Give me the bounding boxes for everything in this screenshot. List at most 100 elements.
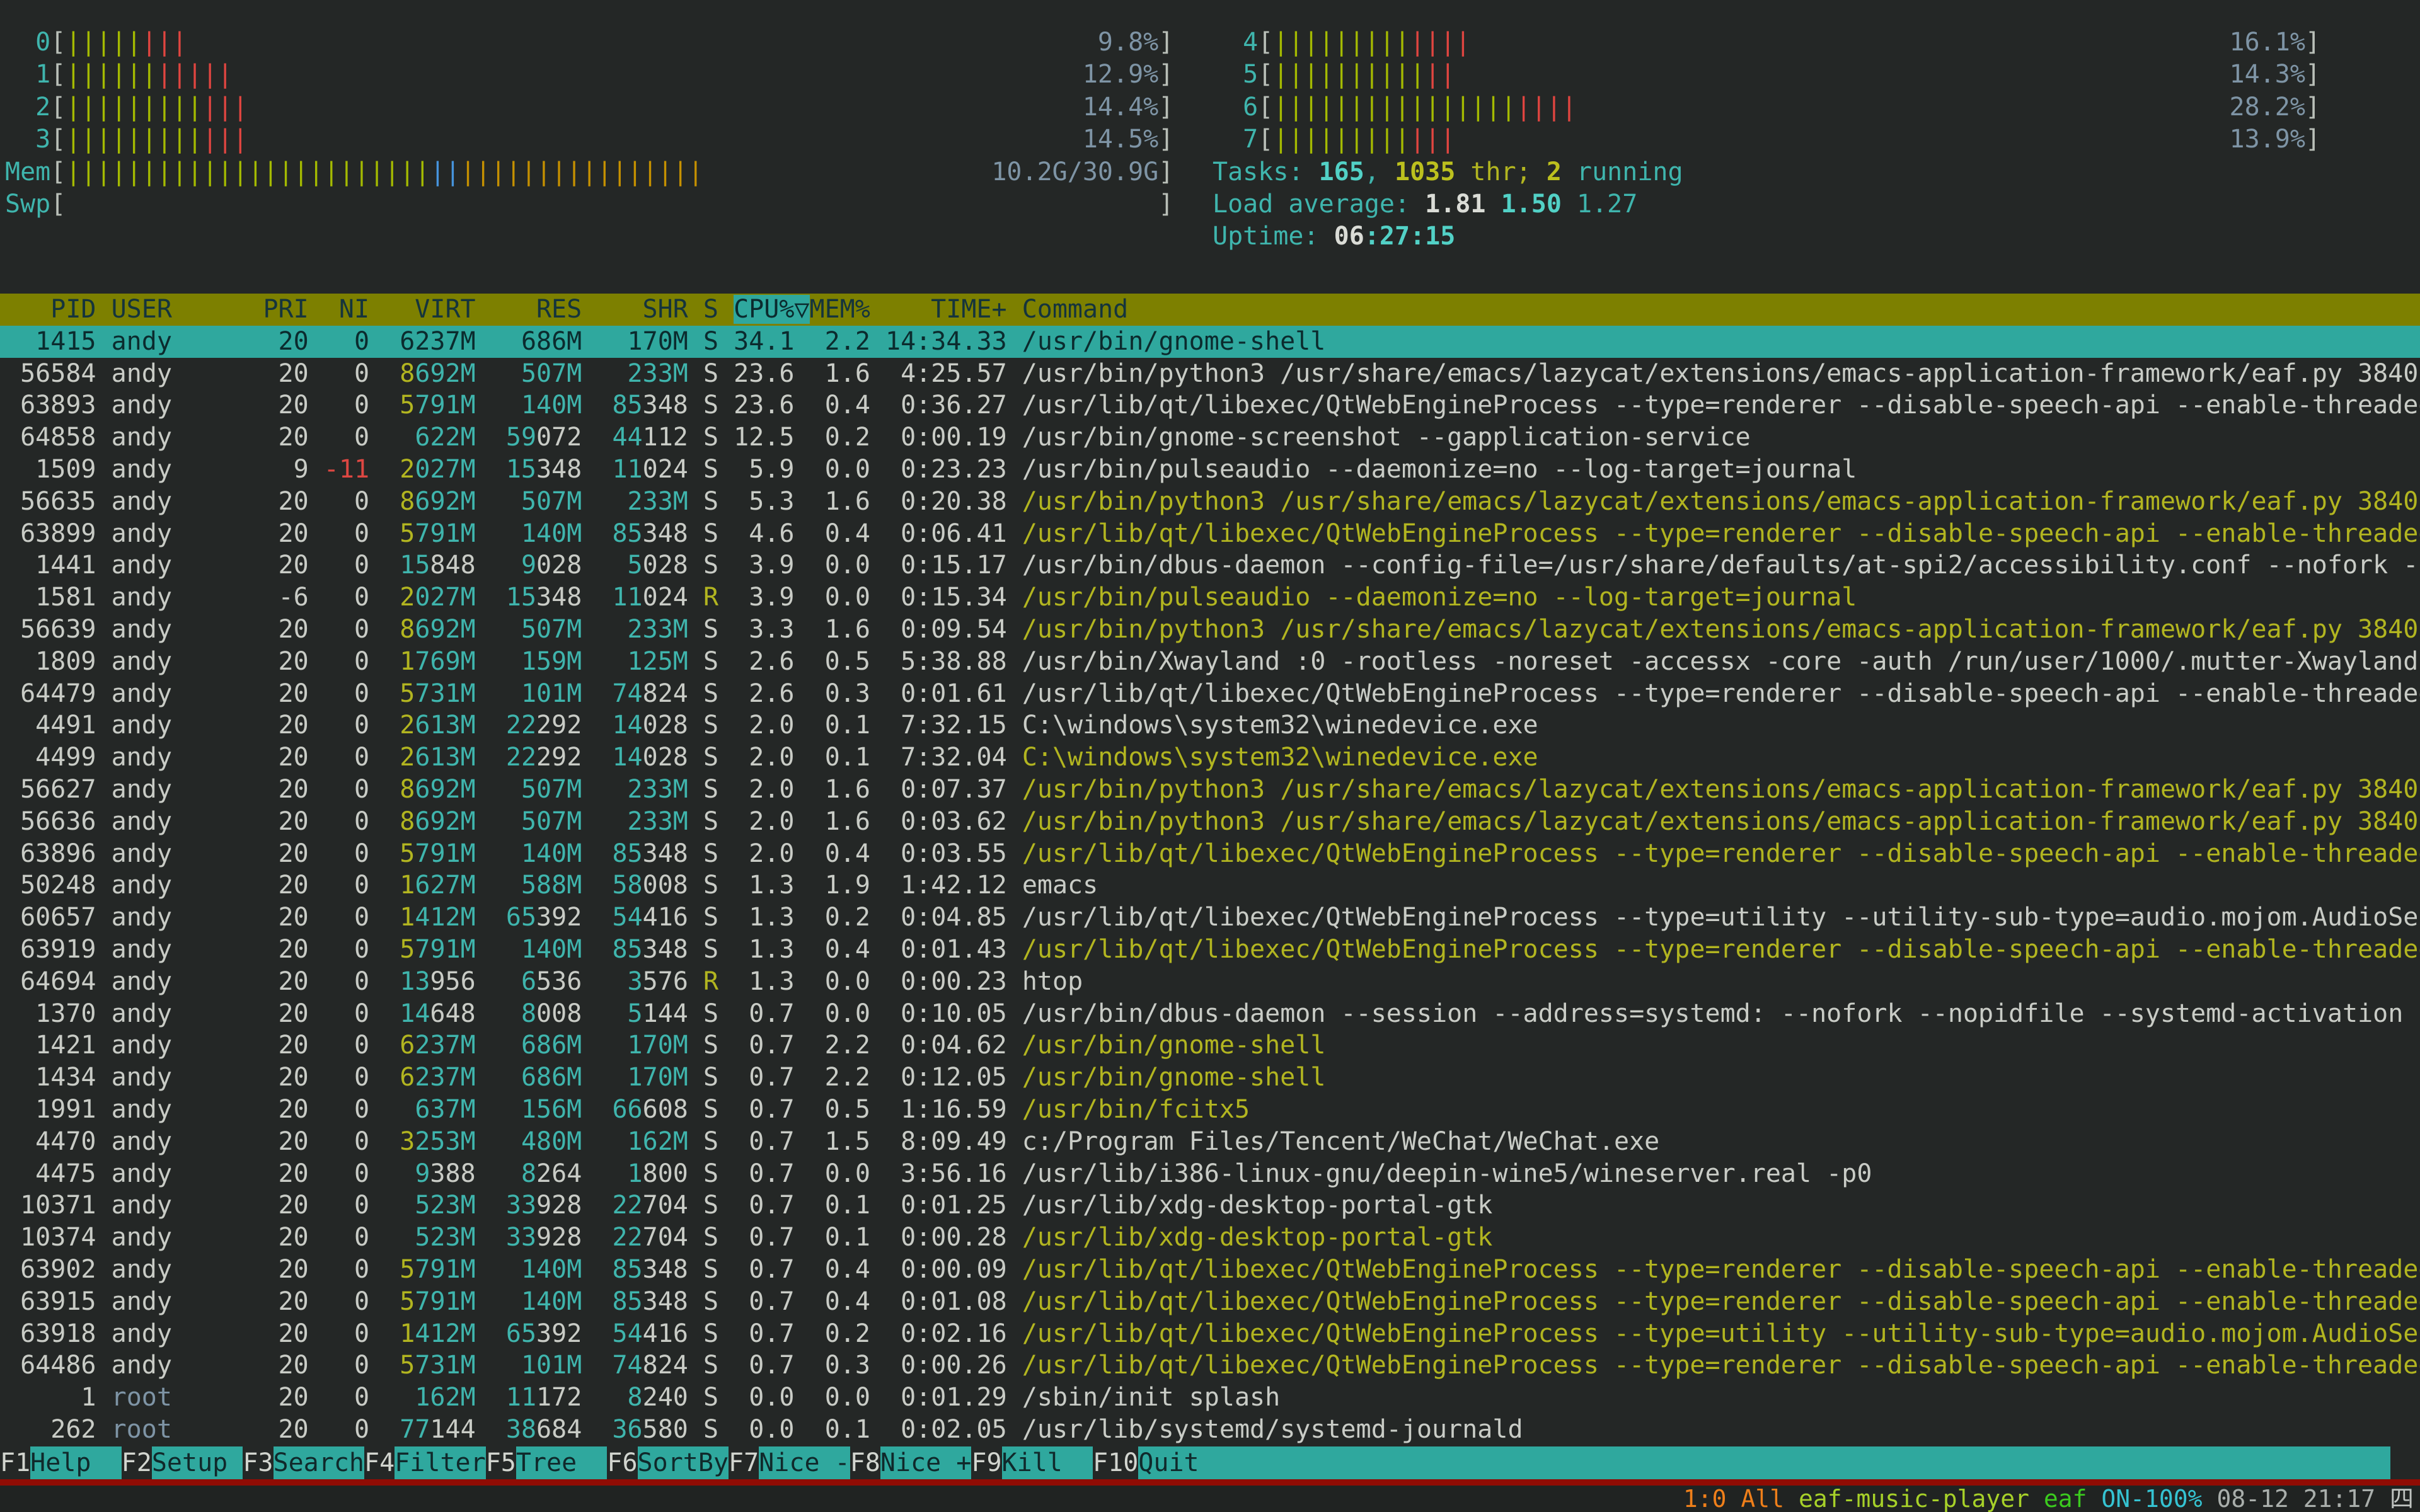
column-header-USER[interactable]: USER (112, 295, 248, 324)
process-command: /usr/bin/pulseaudio --daemonize=no --log… (1022, 455, 1857, 484)
column-header-TIME+[interactable]: TIME+ (885, 295, 1007, 324)
process-command: /usr/lib/qt/libexec/QtWebEngineProcess -… (1022, 935, 2420, 964)
fkey-f7-nice--[interactable]: F7Nice - (729, 1446, 850, 1479)
column-header-CPU[interactable]: CPU% (734, 295, 794, 324)
fkey-f4-filter[interactable]: F4Filter (364, 1446, 486, 1479)
process-command: C:\windows\system32\winedevice.exe (1022, 711, 1538, 740)
process-row-10371[interactable]: 10371 andy 20 0 523M 33928 22704 S 0.7 0… (0, 1189, 2420, 1222)
process-row-56639[interactable]: 56639 andy 20 0 8692M 507M 233M S 3.3 1.… (0, 614, 2420, 646)
process-row-1[interactable]: 1 root 20 0 162M 11172 8240 S 0.0 0.0 0:… (0, 1382, 2420, 1414)
meter-close-bracket: ] (1158, 60, 1173, 89)
process-row-1421[interactable]: 1421 andy 20 0 6237M 686M 170M S 0.7 2.2… (0, 1029, 2420, 1062)
cpu-meter-1-label: 1 (5, 60, 50, 89)
fkey-label: Help (30, 1446, 122, 1479)
process-command: /usr/lib/qt/libexec/QtWebEngineProcess -… (1022, 1351, 2420, 1380)
process-row-56627[interactable]: 56627 andy 20 0 8692M 507M 233M S 2.0 1.… (0, 774, 2420, 806)
meter-open-bracket: [ (1258, 60, 1273, 89)
meter-open-bracket: [ (50, 60, 66, 89)
meter-open-bracket: [ (50, 190, 66, 219)
meter-open-bracket: [ (1258, 28, 1273, 57)
process-row-1441[interactable]: 1441 andy 20 0 15848 9028 5028 S 3.9 0.0… (0, 549, 2420, 581)
process-command: /usr/bin/Xwayland :0 -rootless -noreset … (1022, 647, 2420, 676)
column-header-Command[interactable]: Command (1022, 295, 1129, 324)
process-row-60657[interactable]: 60657 andy 20 0 1412M 65392 54416 S 1.3 … (0, 902, 2420, 934)
fkey-f1-help[interactable]: F1Help (0, 1446, 122, 1479)
process-row-1415[interactable]: 1415 andy 20 0 6237M 686M 170M S 34.1 2.… (0, 326, 2420, 358)
fkey-f2-setup[interactable]: F2Setup (122, 1446, 243, 1479)
process-row-56584[interactable]: 56584 andy 20 0 8692M 507M 233M S 23.6 1… (0, 358, 2420, 390)
meter-value: 10.2G/30.9G (991, 156, 1158, 188)
process-command: /usr/lib/qt/libexec/QtWebEngineProcess -… (1022, 679, 2420, 708)
process-row-1991[interactable]: 1991 andy 20 0 637M 156M 66608 S 0.7 0.5… (0, 1094, 2420, 1126)
process-row-1370[interactable]: 1370 andy 20 0 14648 8008 5144 S 0.7 0.0… (0, 998, 2420, 1030)
process-command: /usr/bin/dbus-daemon --config-file=/usr/… (1022, 551, 2420, 580)
process-command: /usr/lib/qt/libexec/QtWebEngineProcess -… (1022, 903, 2420, 932)
uptime-line: Uptime: 06:27:15 (1213, 220, 2420, 253)
process-row-10374[interactable]: 10374 andy 20 0 523M 33928 22704 S 0.7 0… (0, 1222, 2420, 1254)
tasks-line: Tasks: 165, 1035 thr; 2 running (1213, 156, 2420, 188)
process-row-1809[interactable]: 1809 andy 20 0 1769M 159M 125M S 2.6 0.5… (0, 646, 2420, 678)
meter-close-bracket: ] (1158, 28, 1173, 57)
column-header-RES[interactable]: RES (491, 295, 582, 324)
column-header-NI[interactable]: NI (324, 295, 369, 324)
fkey-f6-sortby[interactable]: F6SortBy (607, 1446, 729, 1479)
process-row-4475[interactable]: 4475 andy 20 0 9388 8264 1800 S 0.7 0.0 … (0, 1158, 2420, 1190)
process-command: /usr/bin/python3 /usr/share/emacs/lazyca… (1022, 487, 2419, 516)
fkey-number: F2 (122, 1446, 152, 1479)
meter-open-bracket: [ (50, 93, 66, 122)
memory-meter: Mem[||||||||||||||||||||||||||||||||||||… (5, 156, 1213, 188)
process-row-56635[interactable]: 56635 andy 20 0 8692M 507M 233M S 5.3 1.… (0, 486, 2420, 518)
process-row-63902[interactable]: 63902 andy 20 0 5791M 140M 85348 S 0.7 0… (0, 1254, 2420, 1286)
fkey-number: F7 (729, 1446, 759, 1479)
fkey-f10-quit[interactable]: F10Quit (1093, 1446, 1199, 1479)
column-header-VIRT[interactable]: VIRT (384, 295, 476, 324)
fkey-f3-search[interactable]: F3Search (243, 1446, 364, 1479)
process-row-262[interactable]: 262 root 20 0 77144 38684 36580 S 0.0 0.… (0, 1414, 2420, 1446)
fkey-number: F5 (486, 1446, 516, 1479)
fkey-number: F6 (607, 1446, 637, 1479)
process-row-1581[interactable]: 1581 andy -6 0 2027M 15348 11024 R 3.9 0… (0, 581, 2420, 614)
fkey-label: SortBy (638, 1446, 729, 1479)
swap-meter-label: Swp (5, 190, 50, 219)
process-command: /usr/bin/python3 /usr/share/emacs/lazyca… (1022, 775, 2419, 804)
fkey-label: Nice + (880, 1446, 972, 1479)
fkey-f9-kill[interactable]: F9Kill (971, 1446, 1093, 1479)
column-header-MEM[interactable]: MEM% (810, 295, 870, 324)
process-row-64486[interactable]: 64486 andy 20 0 5731M 101M 74824 S 0.7 0… (0, 1349, 2420, 1382)
meter-close-bracket: ] (2305, 93, 2320, 122)
column-header-S[interactable]: S (703, 295, 718, 324)
process-row-63915[interactable]: 63915 andy 20 0 5791M 140M 85348 S 0.7 0… (0, 1286, 2420, 1318)
process-row-64479[interactable]: 64479 andy 20 0 5731M 101M 74824 S 2.6 0… (0, 678, 2420, 710)
process-row-64858[interactable]: 64858 andy 20 0 622M 59072 44112 S 12.5 … (0, 421, 2420, 454)
process-row-56636[interactable]: 56636 andy 20 0 8692M 507M 233M S 2.0 1.… (0, 806, 2420, 838)
process-command: /usr/bin/pulseaudio --daemonize=no --log… (1022, 583, 1857, 612)
process-row-63896[interactable]: 63896 andy 20 0 5791M 140M 85348 S 2.0 0… (0, 838, 2420, 870)
meter-value: 14.3% (2230, 59, 2305, 91)
process-row-1509[interactable]: 1509 andy 9 -11 2027M 15348 11024 S 5.9 … (0, 454, 2420, 486)
meters-right-column: 4[|||||||||||||16.1%] 5[||||||||||||14.3… (1213, 26, 2420, 253)
htop-terminal-screen: 0[||||||||9.8%] 1[|||||||||||12.9%] 2[||… (0, 0, 2420, 1512)
fkey-f5-tree[interactable]: F5Tree (486, 1446, 608, 1479)
process-command: /usr/lib/qt/libexec/QtWebEngineProcess -… (1022, 1255, 2420, 1284)
process-command: c:/Program Files/Tencent/WeChat/WeChat.e… (1022, 1127, 1659, 1156)
cpu-meter-3: 3[||||||||||||14.5%] (5, 123, 1213, 156)
column-header-PRI[interactable]: PRI (263, 295, 308, 324)
meter-value: 13.9% (2230, 123, 2305, 156)
process-row-4499[interactable]: 4499 andy 20 0 2613M 22292 14028 S 2.0 0… (0, 742, 2420, 774)
process-row-63919[interactable]: 63919 andy 20 0 5791M 140M 85348 S 1.3 0… (0, 934, 2420, 966)
process-row-63893[interactable]: 63893 andy 20 0 5791M 140M 85348 S 23.6 … (0, 389, 2420, 421)
process-row-63918[interactable]: 63918 andy 20 0 1412M 65392 54416 S 0.7 … (0, 1318, 2420, 1350)
cpu-meter-0: 0[||||||||9.8%] (5, 26, 1213, 59)
column-header-SHR[interactable]: SHR (597, 295, 688, 324)
process-command: /usr/bin/gnome-shell (1022, 1031, 1326, 1060)
process-row-64694[interactable]: 64694 andy 20 0 13956 6536 3576 R 1.3 0.… (0, 966, 2420, 998)
process-row-63899[interactable]: 63899 andy 20 0 5791M 140M 85348 S 4.6 0… (0, 518, 2420, 550)
process-row-50248[interactable]: 50248 andy 20 0 1627M 588M 58008 S 1.3 1… (0, 869, 2420, 902)
cpu-meter-6-label: 6 (1213, 93, 1258, 122)
column-header-PID[interactable]: PID (5, 295, 96, 324)
process-command: /usr/lib/qt/libexec/QtWebEngineProcess -… (1022, 519, 2420, 548)
process-row-4491[interactable]: 4491 andy 20 0 2613M 22292 14028 S 2.0 0… (0, 709, 2420, 742)
process-row-1434[interactable]: 1434 andy 20 0 6237M 686M 170M S 0.7 2.2… (0, 1062, 2420, 1094)
process-row-4470[interactable]: 4470 andy 20 0 3253M 480M 162M S 0.7 1.5… (0, 1126, 2420, 1158)
fkey-f8-nice-+[interactable]: F8Nice + (850, 1446, 972, 1479)
